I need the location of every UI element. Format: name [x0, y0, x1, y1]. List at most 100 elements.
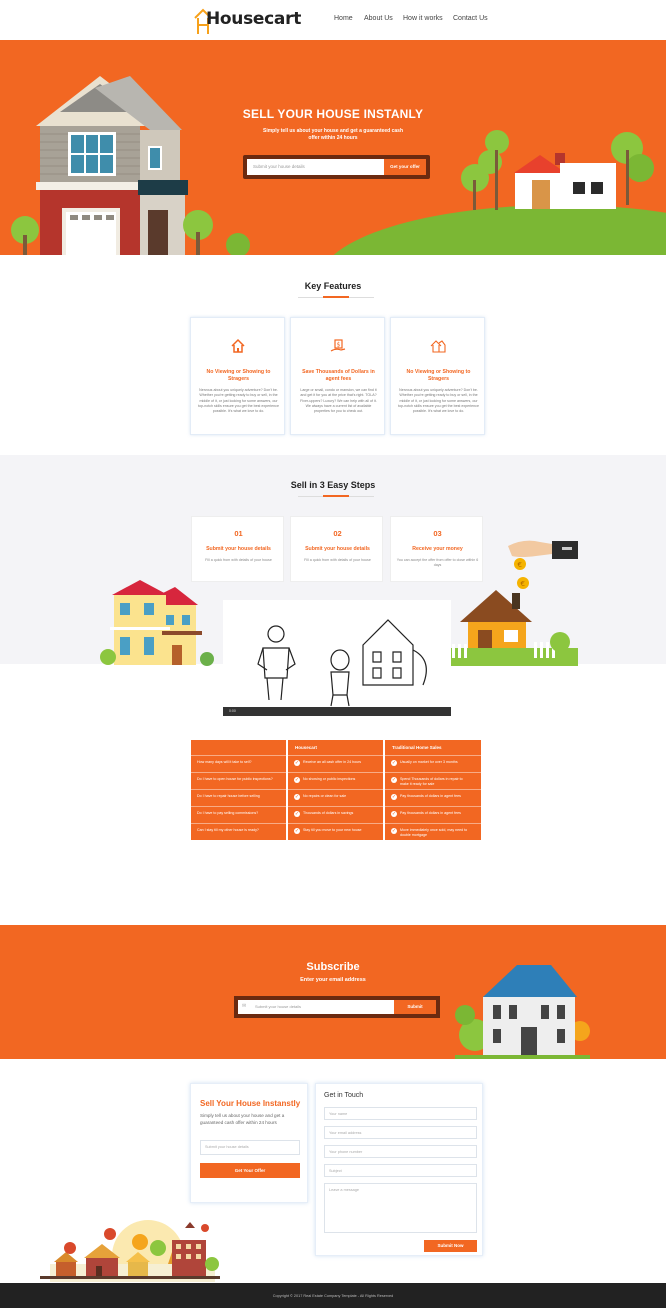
table-cell: ✓ Pay thousands of dollars in agent fees	[385, 806, 481, 823]
comparison-table: How many days will it take to sell? Do I…	[191, 740, 481, 840]
site-header: Housecart Home About Us How it works Con…	[0, 0, 666, 40]
get-your-offer-button[interactable]: Get your offer	[384, 159, 426, 175]
feature-text: Large or small, condo or mansion, we can…	[300, 388, 377, 414]
subscribe-title: Subscribe	[306, 961, 360, 973]
steps-title: Sell in 3 Easy Steps	[290, 480, 376, 490]
table-header: Housecart	[295, 745, 318, 750]
table-cell: ✓ Stay till you move to your new house	[288, 823, 383, 840]
sell-house-card: Sell Your House Instanstly Simply tell u…	[190, 1083, 308, 1203]
cell-text: Receive an all cash offer in 24 hours	[303, 760, 362, 764]
step-title: Submit your house details	[206, 546, 271, 552]
step-number: 03	[433, 529, 442, 538]
table-header	[191, 740, 286, 755]
message-field[interactable]: Leave a message	[324, 1183, 477, 1233]
check-icon: ✓	[391, 828, 397, 834]
feature-title: Save Thousands of Dollars in agent fees	[302, 369, 375, 382]
check-icon: ✓	[391, 777, 397, 783]
logo[interactable]: Housecart	[192, 6, 301, 36]
phone-field[interactable]: Your phone number	[324, 1145, 477, 1158]
nav-how-it-works[interactable]: How it works	[403, 15, 443, 22]
check-icon: ✓	[391, 811, 397, 817]
table-cell: ✓ Thousands of dollars in savings	[288, 806, 383, 823]
step-card: 02 Submit your house details Fill a quic…	[290, 516, 383, 582]
check-icon: ✓	[294, 811, 300, 817]
step-title: Submit your house details	[305, 546, 370, 552]
title-underline	[323, 495, 349, 497]
yellow-house-illustration	[100, 580, 214, 666]
money-hand-icon: $	[330, 339, 346, 352]
hero-title: SELL YOUR HOUSE INSTANLY	[242, 107, 424, 121]
table-cell: Do I have to pay selling commissions?	[191, 806, 286, 823]
cell-text: Pay thousands of dollars in agent fees	[400, 794, 461, 798]
subscribe-section: Subscribe Enter your email address ✉ Subm…	[0, 925, 666, 1059]
check-icon: ✓	[294, 760, 300, 766]
check-icon: ✓	[391, 760, 397, 766]
check-icon: ✓	[294, 777, 300, 783]
subscribe-placeholder: Submit your house details	[255, 1004, 302, 1009]
feature-card: No Viewing or Showing to Stragers Nervou…	[190, 317, 285, 435]
house-icon	[231, 338, 245, 353]
subject-field[interactable]: Subject	[324, 1164, 477, 1177]
orange-house-coin-illustration: € €	[448, 540, 578, 666]
step-text: Fill a quick from with details of your h…	[205, 558, 272, 562]
check-icon: ✓	[294, 794, 300, 800]
nav-home[interactable]: Home	[334, 15, 353, 22]
feature-text: Nervous about you uniquely adventure? Do…	[198, 388, 279, 414]
svg-text:€: €	[521, 580, 525, 588]
step-text: Fill a quick from with details of your h…	[304, 558, 371, 562]
hero-house-details-input[interactable]: Submit your house details	[247, 159, 384, 175]
table-cell: Do I have to open house for public inspe…	[191, 772, 286, 789]
how-it-works-video[interactable]	[223, 600, 451, 716]
email-field[interactable]: Your email address	[324, 1126, 477, 1139]
feature-title: No Viewing or Showing to Stragers	[406, 369, 471, 382]
nav-about-us[interactable]: About Us	[364, 15, 393, 22]
page: Housecart Home About Us How it works Con…	[0, 0, 666, 1308]
get-your-offer-button[interactable]: Get Your Offer	[200, 1163, 300, 1178]
cell-text: Usually on market for over 3 months	[400, 760, 458, 764]
sell-card-input[interactable]: Submit your house details	[200, 1140, 300, 1155]
table-cell: How many days will it take to sell?	[191, 755, 286, 772]
copyright-text: Copyright © 2017 Real Estate Company Tem…	[272, 1294, 394, 1298]
cell-text: Spend Thousands of dollars in repair to …	[400, 777, 463, 786]
check-icon: ✓	[391, 794, 397, 800]
hero-subtitle: Simply tell us about your house and get …	[262, 128, 404, 141]
step-number: 02	[333, 529, 342, 538]
table-cell: ✓ Receive an all cash offer in 24 hours	[288, 755, 383, 772]
table-cell: Do I have to repair house before selling	[191, 789, 286, 806]
submit-now-button[interactable]: Submit Now	[424, 1240, 477, 1252]
subscribe-button[interactable]: Submit	[394, 1000, 436, 1014]
housecart-column: Housecart ✓ Receive an all cash offer in …	[288, 740, 383, 840]
feature-title: No Viewing or Showing to Stragers	[206, 369, 271, 382]
cell-text: Move immediately once sold, may need to …	[400, 828, 468, 837]
hero-offer-form: Submit your house details Get your offer	[243, 155, 430, 179]
feature-card: No Viewing or Showing to Stragers Nervou…	[390, 317, 485, 435]
nav-contact-us[interactable]: Contact Us	[453, 15, 488, 22]
cell-text: Pay thousands of dollars in agent fees	[400, 811, 461, 815]
video-time: 0:00	[229, 709, 236, 713]
home-outline-icon	[430, 340, 446, 353]
hero-section: SELL YOUR HOUSE INSTANLY Simply tell us …	[0, 40, 666, 255]
features-title: Key Features	[304, 281, 362, 291]
feature-card: $ Save Thousands of Dollars in agent fee…	[290, 317, 385, 435]
svg-text:$: $	[337, 342, 341, 349]
table-cell: ✓ Pay thousands of dollars in agent fees	[385, 789, 481, 806]
video-sketch-thumbnail	[257, 619, 427, 707]
subscribe-form: ✉ Submit your house details Submit	[234, 996, 440, 1018]
table-cell: ✓ Move immediately once sold, may need to…	[385, 823, 481, 840]
contact-title: Get in Touch	[324, 1092, 364, 1099]
sell-card-text: Simply tell us about your house and get …	[200, 1113, 285, 1125]
questions-column: How many days will it take to sell? Do I…	[191, 740, 286, 840]
video-controls-bar[interactable]: 0:00	[223, 707, 451, 716]
sell-card-title: Sell Your House Instanstly	[200, 1099, 301, 1108]
village-illustration	[40, 1220, 220, 1282]
contact-card: Get in Touch Your name Your email addres…	[315, 1083, 483, 1256]
title-underline	[323, 296, 349, 298]
name-field[interactable]: Your name	[324, 1107, 477, 1120]
cell-text: Stay till you move to your new house	[303, 828, 362, 832]
traditional-column: Traditional Home Sales ✓ Usually on marke…	[385, 740, 481, 840]
table-cell: Can I stay till my other house is ready?	[191, 823, 286, 840]
cell-text: No repairs or clean for sale	[303, 794, 347, 798]
table-cell: ✓ No showing or public inspections	[288, 772, 383, 789]
table-cell: ✓ No repairs or clean for sale	[288, 789, 383, 806]
subscribe-email-input[interactable]: ✉ Submit your house details	[238, 1000, 394, 1014]
